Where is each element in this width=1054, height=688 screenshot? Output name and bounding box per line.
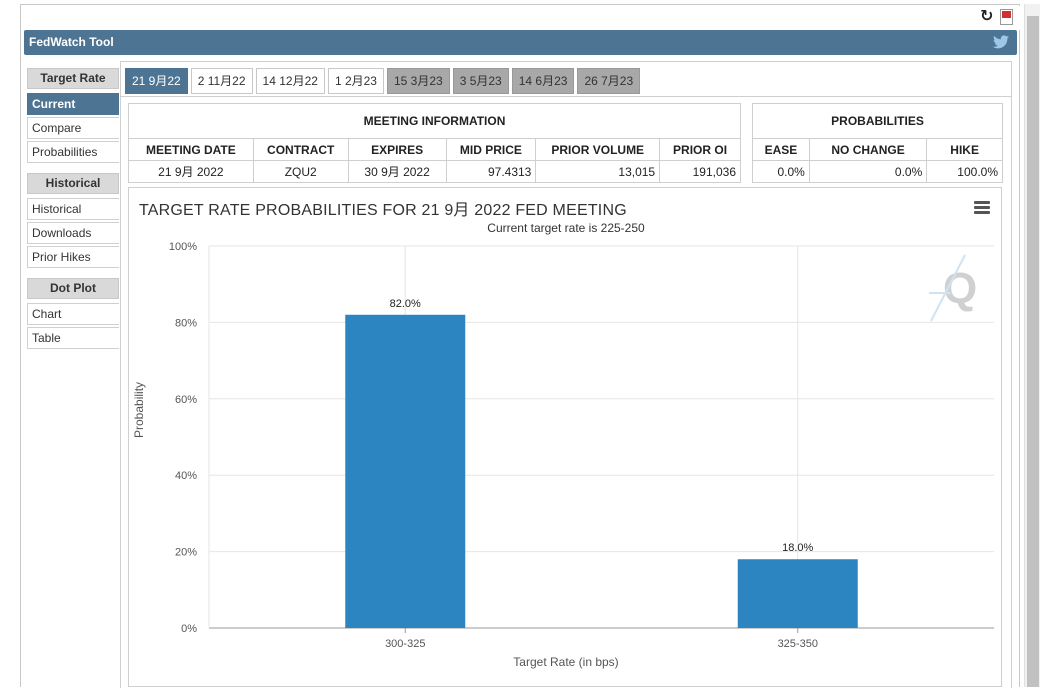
probabilities-heading: PROBABILITIES — [752, 103, 1003, 139]
meeting-col-header-2: EXPIRES — [347, 138, 447, 161]
main-panel: 21 9月22 2 11月22 14 12月22 1 2月23 15 3月23 3 5月2… — [120, 61, 1012, 688]
data-label: 18.0% — [782, 542, 813, 554]
tab-meeting-2[interactable]: 14 12月22 — [255, 68, 325, 94]
top-toolbar: ↻ — [22, 6, 1020, 30]
y-tick-label: 60% — [175, 394, 197, 406]
sidebar-item-downloads[interactable]: Downloads — [27, 222, 119, 244]
prob-col-header-0: EASE — [752, 138, 810, 161]
meeting-col-header-3: MID PRICE — [445, 138, 537, 161]
prob-value-2: 100.0% — [926, 160, 1003, 183]
sidebar-item-prior-hikes[interactable]: Prior Hikes — [27, 246, 119, 268]
app-title: FedWatch Tool — [29, 35, 114, 49]
bar-chart: 0% 20% 40% 60% 80% 100% 82.0% 300-325 18.0% 325-3… — [169, 241, 994, 650]
tab-meeting-5[interactable]: 3 5月23 — [452, 68, 509, 94]
browser-frame: ↻ FedWatch Tool Target Rate Current Compar… — [20, 4, 1020, 688]
meeting-value-1: ZQU2 — [252, 160, 349, 183]
app-titlebar: FedWatch Tool — [24, 30, 1017, 55]
meeting-col-header-5: PRIOR OI — [659, 138, 741, 161]
meeting-col-header-1: CONTRACT — [252, 138, 349, 161]
sidebar-item-compare[interactable]: Compare — [27, 117, 119, 139]
prob-value-1: 0.0% — [808, 160, 928, 183]
meeting-info-heading: MEETING INFORMATION — [128, 103, 741, 139]
meeting-value-4: 13,015 — [535, 160, 661, 183]
y-axis-label: Probability — [132, 381, 146, 438]
tab-meeting-1[interactable]: 2 11月22 — [190, 68, 253, 94]
bar-325-350[interactable] — [737, 559, 858, 628]
sidebar-item-historical[interactable]: Historical — [27, 198, 119, 220]
y-tick-label: 20% — [175, 547, 197, 559]
vertical-scrollbar[interactable] — [1024, 4, 1040, 687]
tab-meeting-6[interactable]: 14 6月23 — [511, 68, 575, 94]
twitter-icon[interactable] — [993, 35, 1009, 49]
meeting-value-2: 30 9月 2022 — [347, 160, 447, 183]
y-tick-label: 0% — [181, 623, 197, 635]
meeting-value-3: 97.4313 — [445, 160, 537, 183]
x-tick-label: 325-350 — [778, 638, 818, 650]
prob-col-header-1: NO CHANGE — [808, 138, 928, 161]
quikstrike-watermark-icon: Q — [929, 254, 977, 322]
y-tick-label: 100% — [169, 241, 197, 253]
sidebar-heading: Historical — [27, 173, 119, 194]
prob-col-header-2: HIKE — [926, 138, 1003, 161]
y-tick-label: 80% — [175, 317, 197, 329]
meeting-info-table: MEETING INFORMATION MEETING DATE CONTRACT… — [128, 103, 741, 183]
tab-meeting-4[interactable]: 15 3月23 — [386, 68, 450, 94]
bar-300-325[interactable] — [345, 314, 466, 628]
sidebar-item-probabilities[interactable]: Probabilities — [27, 141, 119, 163]
tab-divider — [121, 96, 1011, 97]
chart-container: TARGET RATE PROBABILITIES FOR 21 9月 2022… — [128, 187, 1002, 687]
data-label: 82.0% — [390, 298, 421, 310]
sidebar-heading: Dot Plot — [27, 278, 119, 299]
sidebar: Target Rate Current Compare Probabilities Hi… — [27, 68, 119, 351]
sidebar-heading: Target Rate — [27, 68, 119, 89]
y-tick-label: 40% — [175, 470, 197, 482]
x-tick-label: 300-325 — [385, 638, 425, 650]
sidebar-item-current[interactable]: Current — [27, 93, 119, 115]
meeting-tabs: 21 9月22 2 11月22 14 12月22 1 2月23 15 3月23 3 5月2… — [125, 68, 643, 94]
meeting-value-5: 191,036 — [659, 160, 741, 183]
meeting-col-header-4: PRIOR VOLUME — [535, 138, 661, 161]
probabilities-table: PROBABILITIES EASE NO CHANGE HIKE 0.0% 0.0%… — [752, 103, 1003, 183]
pdf-icon[interactable] — [1000, 9, 1013, 25]
meeting-value-0: 21 9月 2022 — [128, 160, 254, 183]
meeting-col-header-0: MEETING DATE — [128, 138, 254, 161]
refresh-icon[interactable]: ↻ — [980, 9, 993, 25]
x-axis-label: Target Rate (in bps) — [513, 655, 619, 669]
sidebar-item-table[interactable]: Table — [27, 327, 119, 349]
tab-meeting-7[interactable]: 26 7月23 — [577, 68, 641, 94]
sidebar-item-chart[interactable]: Chart — [27, 303, 119, 325]
tab-meeting-0[interactable]: 21 9月22 — [125, 68, 188, 94]
tab-meeting-3[interactable]: 1 2月23 — [327, 68, 384, 94]
prob-value-0: 0.0% — [752, 160, 810, 183]
